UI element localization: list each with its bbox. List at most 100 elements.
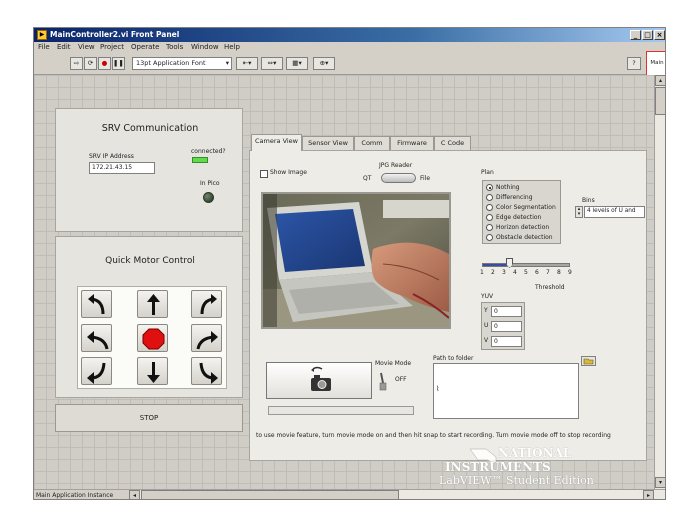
menu-window[interactable]: Window [191,43,219,51]
threshold-label: Threshold [535,284,565,291]
connected-led [192,157,208,163]
movie-mode-state: OFF [395,376,407,383]
run-continuous-icon[interactable]: ⟳ [84,57,97,70]
movie-mode-switch[interactable] [379,371,387,391]
forward-button[interactable] [137,290,168,318]
distribute-objects-icon[interactable]: ⇔▾ [261,57,283,70]
font-select[interactable]: 13pt Application Font ▾ [132,57,232,70]
camera-view-tab-panel: Show Image JPG Reader QT File Plan Nothi… [249,150,647,462]
menu-operate[interactable]: Operate [131,43,159,51]
plan-radio-obstacle-detection[interactable] [486,234,493,241]
forward-left-button[interactable] [81,290,112,318]
vertical-scrollbar[interactable]: ▴ ▾ [654,75,665,489]
jpg-reader-label: JPG Reader [379,162,413,169]
backward-right-button[interactable] [191,357,222,385]
yuv-y-label: Y [484,307,488,314]
horizontal-scrollbar[interactable]: ◂ ▸ [129,489,665,499]
run-arrow-icon[interactable]: ⇨ [70,57,83,70]
align-objects-icon[interactable]: ⇤▾ [236,57,258,70]
camera-image [261,192,451,329]
vi-icon-main: Main [646,51,665,77]
bins-ring[interactable]: 4 levels of U and [584,206,645,218]
title-bar: ▶ MainController2.vi Front Panel _ □ × [34,28,665,42]
scroll-up-icon[interactable]: ▴ [655,75,665,86]
window-title: MainController2.vi Front Panel [50,30,180,39]
ip-address-field[interactable]: 172.21.43.15 [89,162,155,174]
path-to-folder-label: Path to folder [433,355,474,362]
curve-up-left-arrow-icon [88,294,105,315]
ni-brand-line2: INSTRUMENTS [445,460,551,474]
tab-firmware[interactable]: Firmware [390,136,434,150]
reorder-icon[interactable]: ⊕▾ [313,57,335,70]
minimize-button[interactable]: _ [630,30,641,40]
text-cursor-icon: ⌇ [436,385,440,393]
vertical-scroll-thumb[interactable] [655,87,665,115]
font-select-value: 13pt Application Font [136,59,206,67]
curve-up-right-arrow-icon [200,294,217,315]
menu-help[interactable]: Help [224,43,240,51]
tab-camera-view[interactable]: Camera View [251,134,302,151]
threshold-slider-track[interactable] [482,263,570,267]
context-help-icon[interactable]: ? [627,57,641,70]
arrow-up-icon [147,294,160,315]
spin-right-button[interactable] [191,324,222,352]
close-button[interactable]: × [654,30,665,40]
yuv-u-label: U [484,322,489,329]
jpg-reader-toggle[interactable] [381,173,416,183]
in-pico-led [203,192,214,203]
stop-motor-button[interactable] [137,324,168,352]
camera-icon [311,366,331,391]
maximize-button[interactable]: □ [642,30,653,40]
movie-mode-label: Movie Mode [375,360,412,367]
toolbar: ⇨ ⟳ ● ❚❚ 13pt Application Font ▾ ⇤▾ ⇔▾ ▦▾… [34,51,665,77]
file-label: File [420,175,431,182]
tab-c-code[interactable]: C Code [434,136,471,150]
scroll-right-icon[interactable]: ▸ [643,490,654,499]
connected-label: connected? [191,148,226,155]
plan-radio-edge-detection[interactable] [486,214,493,221]
plan-label: Plan [481,169,494,176]
plan-radio-differencing[interactable] [486,194,493,201]
browse-folder-button[interactable] [581,356,596,366]
bins-stepper[interactable]: ▴ ▾ [575,206,583,218]
tab-sensor-view[interactable]: Sensor View [302,136,354,150]
abort-icon[interactable]: ● [98,57,111,70]
forward-right-button[interactable] [191,290,222,318]
plan-radio-horizon-detection[interactable] [486,224,493,231]
stop-button[interactable]: STOP [55,404,243,432]
path-field[interactable]: ⌇ [433,363,579,419]
scroll-down-icon[interactable]: ▾ [655,477,665,488]
threshold-tick: 8 [557,269,561,276]
menu-edit[interactable]: Edit [57,43,71,51]
front-panel-canvas: SRV Communication SRV IP Address 172.21.… [34,75,654,489]
plan-radio-color-segmentation[interactable] [486,204,493,211]
scroll-left-icon[interactable]: ◂ [129,490,140,499]
spin-left-button[interactable] [81,324,112,352]
threshold-tick: 1 [480,269,484,276]
backward-left-button[interactable] [81,357,112,385]
pause-icon[interactable]: ❚❚ [112,57,125,70]
menu-file[interactable]: File [38,43,50,51]
backward-button[interactable] [137,357,168,385]
yuv-u-field[interactable]: 0 [491,321,522,332]
camera-frame-graphic [263,194,449,327]
threshold-tick-row: 1 2 3 4 5 6 7 8 9 [480,269,572,283]
threshold-tick: 6 [535,269,539,276]
snap-button[interactable] [266,362,372,399]
yuv-v-field[interactable]: 0 [491,336,522,347]
yuv-cluster: Y 0 U 0 V 0 [481,302,525,350]
resize-objects-icon[interactable]: ▦▾ [286,57,308,70]
plan-radio-nothing[interactable] [486,184,493,191]
menu-tools[interactable]: Tools [166,43,183,51]
menu-view[interactable]: View [78,43,95,51]
status-bar: Main Application Instance [34,489,129,499]
movie-progress-bar [268,406,414,415]
threshold-tick: 5 [524,269,528,276]
yuv-y-field[interactable]: 0 [491,306,522,317]
menu-project[interactable]: Project [100,43,124,51]
plan-option-nothing: Nothing [496,184,520,191]
toggle-switch-icon [379,372,387,391]
tab-comm[interactable]: Comm [354,136,390,150]
show-image-checkbox[interactable] [260,170,268,178]
horizontal-scroll-thumb[interactable] [141,490,399,499]
